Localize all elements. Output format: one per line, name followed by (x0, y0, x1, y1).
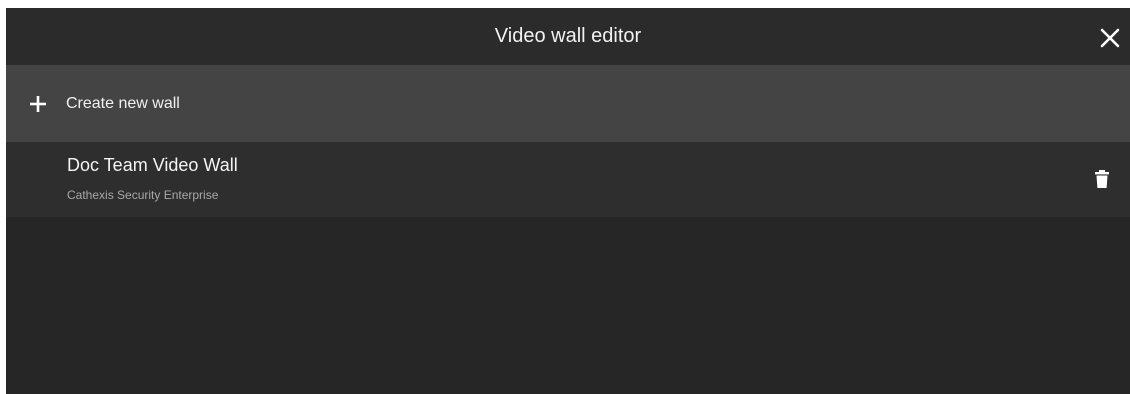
delete-wall-button[interactable] (1094, 169, 1110, 189)
video-wall-editor-dialog: Video wall editor Create new wall Doc Te… (6, 8, 1130, 394)
dialog-header: Video wall editor (6, 8, 1130, 65)
wall-name: Doc Team Video Wall (67, 155, 238, 175)
wall-server: Cathexis Security Enterprise (67, 188, 219, 202)
plus-icon (30, 95, 46, 112)
dialog-title: Video wall editor (494, 25, 642, 47)
close-icon (1100, 28, 1120, 48)
close-button[interactable] (1096, 24, 1124, 52)
create-new-wall-button[interactable]: Create new wall (6, 65, 1130, 142)
create-new-wall-label: Create new wall (66, 94, 180, 112)
trash-icon (1095, 170, 1109, 188)
wall-list-item[interactable]: Doc Team Video Wall Cathexis Security En… (6, 142, 1130, 217)
